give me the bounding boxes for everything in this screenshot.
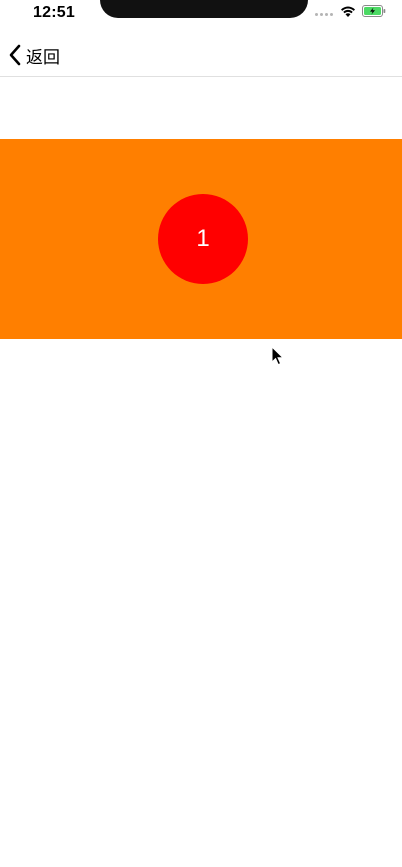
back-label: 返回 [26, 47, 60, 68]
orange-banner: 1 [0, 139, 402, 339]
red-circle-badge[interactable]: 1 [158, 194, 248, 284]
status-bar: 12:51 [0, 0, 402, 28]
navigation-bar: 返回 [0, 32, 402, 77]
back-button[interactable]: 返回 [8, 42, 60, 68]
app-screen: 12:51 返回 1 [0, 0, 402, 867]
signal-dots-icon [315, 13, 333, 16]
device-notch [100, 0, 308, 18]
wifi-icon [341, 6, 355, 17]
battery-charging-icon [362, 5, 386, 17]
chevron-left-icon [9, 44, 21, 66]
mouse-pointer-icon [271, 346, 285, 366]
status-time: 12:51 [33, 4, 75, 21]
